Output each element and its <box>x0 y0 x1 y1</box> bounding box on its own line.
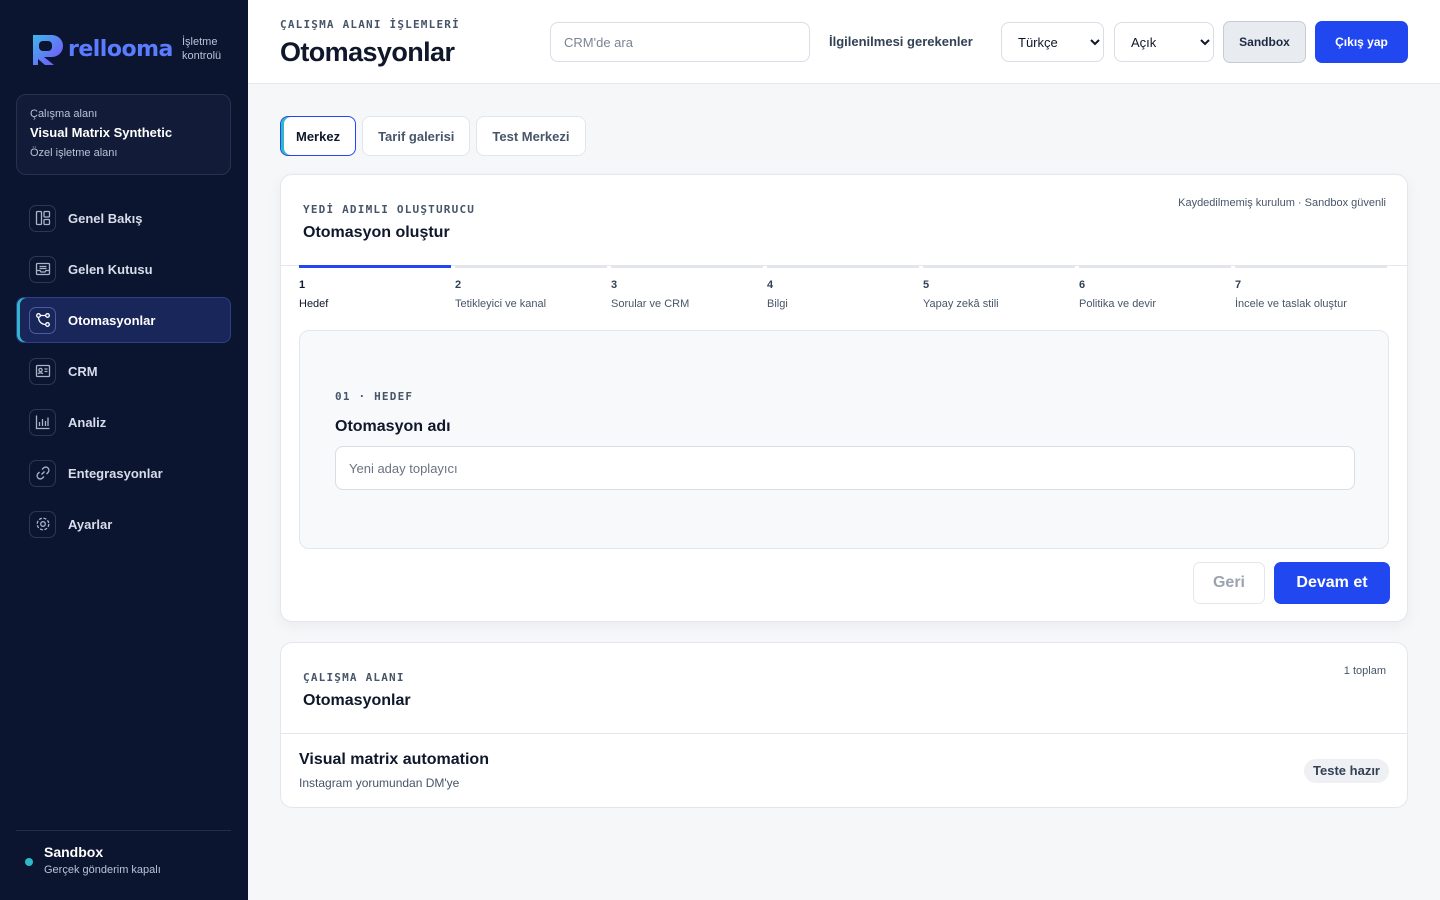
step-progress-bar <box>1235 265 1387 268</box>
sandbox-button[interactable]: Sandbox <box>1223 21 1306 63</box>
sidebar-item-analytics[interactable]: Analiz <box>16 399 231 445</box>
search-input[interactable] <box>550 22 810 62</box>
stepper: 1 Hedef 2 Tetikleyici ve kanal 3 Sorular… <box>299 265 1391 310</box>
tab-recipe-gallery[interactable]: Tarif galerisi <box>362 116 471 156</box>
step-goal[interactable]: 1 Hedef <box>299 265 451 310</box>
continue-button[interactable]: Devam et <box>1274 562 1390 604</box>
logout-button[interactable]: Çıkış yap <box>1315 21 1408 63</box>
contact-card-icon <box>29 357 56 385</box>
workspace-card[interactable]: Çalışma alanı Visual Matrix Synthetic Öz… <box>16 94 231 175</box>
list-kicker: ÇALIŞMA ALANI <box>303 671 405 684</box>
step-label: Bilgi <box>767 298 788 310</box>
automations-list-card: ÇALIŞMA ALANI Otomasyonlar 1 toplam Visu… <box>280 642 1408 808</box>
step-label: Tetikleyici ve kanal <box>455 298 547 310</box>
list-title: Otomasyonlar <box>303 692 411 709</box>
tab-hub[interactable]: Merkez <box>280 116 357 156</box>
bar-chart-icon <box>29 408 56 436</box>
sidebar: rellooma İşletme kontrolü Çalışma alanı … <box>0 0 248 900</box>
top-header: ÇALIŞMA ALANI İŞLEMLERİ Otomasyonlar İlg… <box>248 0 1440 84</box>
sidebar-item-label: Gelen Kutusu <box>68 261 153 277</box>
sidebar-item-settings[interactable]: Ayarlar <box>16 501 231 547</box>
workspace-name: Visual Matrix Synthetic <box>30 125 173 140</box>
inbox-icon <box>29 255 56 283</box>
sidebar-item-label: CRM <box>68 363 98 379</box>
sidebar-item-label: Ayarlar <box>68 516 113 532</box>
step-number: 4 <box>767 279 774 291</box>
automation-builder-card: YEDİ ADIMLI OLUŞTURUCU Otomasyon oluştur… <box>280 174 1408 622</box>
step-ai-style[interactable]: 5 Yapay zekâ stili <box>923 265 1075 310</box>
workspace-type: Özel işletme alanı <box>30 147 118 159</box>
brand-logo[interactable]: rellooma <box>30 32 173 66</box>
sidebar-item-label: Genel Bakış <box>68 210 143 226</box>
list-item[interactable]: Visual matrix automation Instagram yorum… <box>281 734 1407 807</box>
step-number: 6 <box>1079 279 1086 291</box>
page-title: Otomasyonlar <box>280 37 455 67</box>
brand-name: rellooma <box>68 36 173 62</box>
theme-select[interactable]: Açık <box>1114 22 1214 62</box>
step-questions[interactable]: 3 Sorular ve CRM <box>611 265 763 310</box>
step-label: İncele ve taslak oluştur <box>1235 298 1347 310</box>
step-progress-bar <box>923 265 1075 268</box>
step-knowledge[interactable]: 4 Bilgi <box>767 265 919 310</box>
gear-icon <box>29 510 56 538</box>
step-number: 3 <box>611 279 618 291</box>
automation-tabs: Merkez Tarif galerisi Test Merkezi <box>280 116 592 156</box>
step-label: Sorular ve CRM <box>611 298 690 310</box>
status-dot-icon <box>25 858 33 866</box>
step-number: 1 <box>299 279 306 291</box>
panel-kicker: 01 · HEDEF <box>335 390 414 403</box>
rellooma-logo-icon <box>33 35 63 65</box>
automation-description: Instagram yorumundan DM'ye <box>299 776 460 790</box>
builder-kicker: YEDİ ADIMLI OLUŞTURUCU <box>303 203 476 216</box>
sidebar-item-label: Entegrasyonlar <box>68 465 163 481</box>
sidebar-item-inbox[interactable]: Gelen Kutusu <box>16 246 231 292</box>
step-review[interactable]: 7 İncele ve taslak oluştur <box>1235 265 1387 310</box>
attention-link[interactable]: İlgilenilmesi gerekenler <box>829 34 973 49</box>
sidebar-item-overview[interactable]: Genel Bakış <box>16 195 231 241</box>
step-policy[interactable]: 6 Politika ve devir <box>1079 265 1231 310</box>
layout-icon <box>29 204 56 232</box>
step-label: Hedef <box>299 298 329 310</box>
status-badge: Teste hazır <box>1304 759 1389 783</box>
builder-title: Otomasyon oluştur <box>303 224 450 241</box>
link-icon <box>29 459 56 487</box>
sandbox-status-subtitle: Gerçek gönderim kapalı <box>44 864 161 876</box>
sidebar-item-label: Otomasyonlar <box>68 312 156 328</box>
sidebar-item-crm[interactable]: CRM <box>16 348 231 394</box>
builder-meta: Kaydedilmemiş kurulum · Sandbox güvenli <box>1178 197 1386 209</box>
step-number: 5 <box>923 279 930 291</box>
step-number: 7 <box>1235 279 1242 291</box>
step-label: Politika ve devir <box>1079 298 1157 310</box>
automation-name-input[interactable] <box>335 446 1355 490</box>
sidebar-item-label: Analiz <box>68 414 107 430</box>
step-progress-bar <box>455 265 607 268</box>
step-progress-bar <box>611 265 763 268</box>
sidebar-item-automations[interactable]: Otomasyonlar <box>16 297 231 343</box>
step-trigger[interactable]: 2 Tetikleyici ve kanal <box>455 265 607 310</box>
automation-name-label: Otomasyon adı <box>335 418 451 435</box>
sidebar-nav: Genel Bakış Gelen Kutusu Otomasyonlar CR… <box>16 195 231 552</box>
step-label: Yapay zekâ stili <box>923 298 999 310</box>
brand-subtitle: İşletme kontrolü <box>182 36 222 62</box>
step-panel: 01 · HEDEF Otomasyon adı <box>299 330 1389 549</box>
sandbox-status: Sandbox Gerçek gönderim kapalı <box>16 830 231 876</box>
step-progress-bar <box>1079 265 1231 268</box>
language-select[interactable]: Türkçe <box>1001 22 1104 62</box>
sidebar-item-integrations[interactable]: Entegrasyonlar <box>16 450 231 496</box>
list-count: 1 toplam <box>1343 665 1386 677</box>
step-number: 2 <box>455 279 462 291</box>
header-kicker: ÇALIŞMA ALANI İŞLEMLERİ <box>280 18 460 31</box>
workflow-icon <box>29 306 56 334</box>
workspace-label: Çalışma alanı <box>30 108 98 120</box>
step-progress-bar <box>767 265 919 268</box>
tab-test-center[interactable]: Test Merkezi <box>476 116 586 156</box>
automation-name: Visual matrix automation <box>299 751 489 768</box>
step-progress-bar <box>299 265 451 268</box>
back-button[interactable]: Geri <box>1193 562 1265 604</box>
sandbox-status-title: Sandbox <box>44 844 104 860</box>
